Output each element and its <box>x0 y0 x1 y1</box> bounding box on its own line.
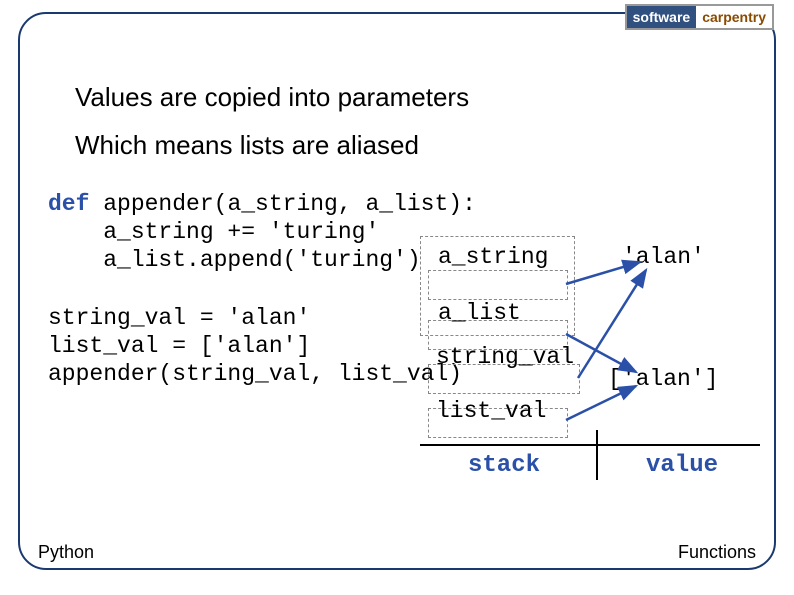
code-stmt-2: list_val = ['alan'] <box>48 333 310 359</box>
footer-right: Functions <box>678 542 756 563</box>
code-stmt-1: string_val = 'alan' <box>48 305 310 331</box>
code-calls: string_val = 'alan' list_val = ['alan'] … <box>48 304 462 388</box>
code-stmt-3: appender(string_val, list_val) <box>48 361 462 387</box>
code-def-sig: appender(a_string, a_list): <box>89 191 475 217</box>
code-function-def: def appender(a_string, a_list): a_string… <box>48 190 476 274</box>
logo-right: carpentry <box>696 6 772 28</box>
code-body-2: a_list.append('turing') <box>48 247 421 273</box>
logo-swc: software carpentry <box>625 4 774 30</box>
keyword-def: def <box>48 191 89 217</box>
footer-left: Python <box>38 542 94 563</box>
slide-root: software carpentry Values are copied int… <box>0 0 794 595</box>
heading-line-2: Which means lists are aliased <box>75 130 419 161</box>
heading-line-1: Values are copied into parameters <box>75 82 469 113</box>
logo-left: software <box>627 6 697 28</box>
code-body-1: a_string += 'turing' <box>48 219 379 245</box>
